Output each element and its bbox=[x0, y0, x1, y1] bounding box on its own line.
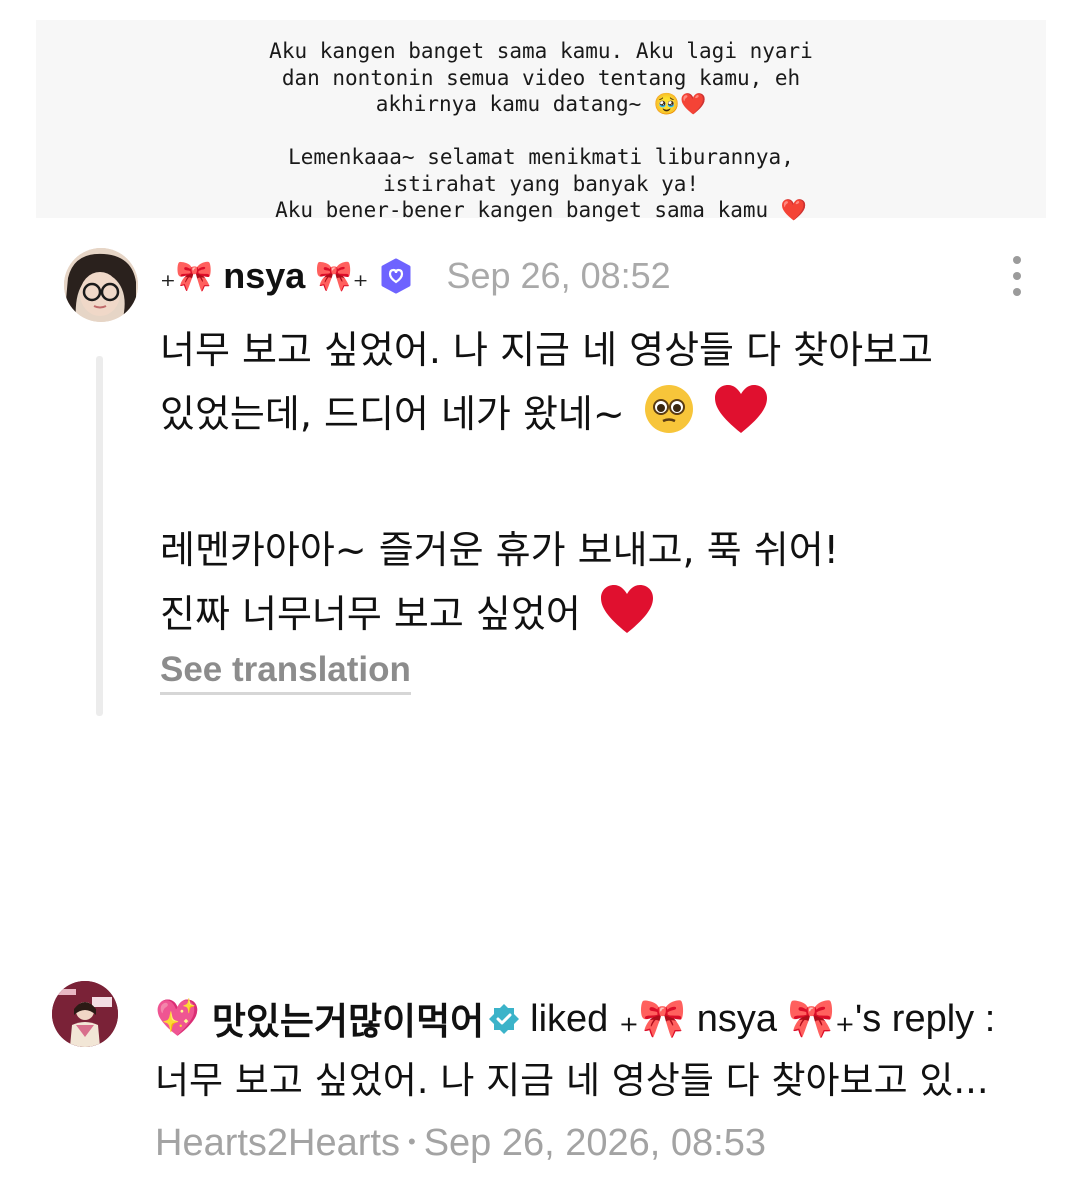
username-decoration: ₊🎀 bbox=[160, 258, 214, 294]
translated-note-text: Aku kangen banget sama kamu. Aku lagi ny… bbox=[269, 39, 813, 222]
translated-note-card: Aku kangen banget sama kamu. Aku lagi ny… bbox=[36, 20, 1046, 222]
heart-icon bbox=[713, 383, 769, 454]
more-options-icon[interactable] bbox=[1006, 256, 1028, 296]
avatar[interactable] bbox=[64, 248, 138, 322]
separator-dot: • bbox=[407, 1129, 416, 1154]
avatar-photo bbox=[52, 981, 118, 1047]
post-text-line: 레멘카아아~ 즐거운 휴가 보내고, 푹 쉬어! bbox=[160, 528, 839, 572]
post-text-line: 있었는데, 드디어 네가 왔네~ bbox=[160, 392, 625, 436]
notification-avatar[interactable] bbox=[52, 981, 118, 1047]
pleading-face-icon bbox=[643, 383, 695, 454]
post-timestamp: Sep 26, 08:52 bbox=[446, 255, 671, 296]
heart-icon bbox=[599, 583, 655, 654]
notification-username[interactable]: 맛있는거많이먹어 bbox=[212, 991, 484, 1045]
notification-action-text: liked ₊🎀 nsya 🎀₊'s reply : bbox=[530, 997, 996, 1040]
notification-headline: 💖 맛있는거많이먹어 liked ₊🎀 nsya 🎀₊'s reply : bbox=[155, 992, 1060, 1044]
verified-badge-icon bbox=[488, 1002, 520, 1034]
notification-group[interactable]: Hearts2Hearts bbox=[155, 1122, 400, 1164]
thread-line bbox=[96, 356, 103, 716]
username[interactable]: nsya bbox=[223, 255, 305, 297]
sparkling-heart-icon: 💖 bbox=[155, 997, 200, 1038]
username-decoration: 🎀₊ bbox=[315, 258, 369, 294]
post-text-line-with-emoji: 진짜 너무너무 보고 싶었어 bbox=[160, 582, 1040, 654]
notification-meta: Hearts2Hearts • Sep 26, 2026, 08:53 bbox=[155, 1122, 766, 1165]
post-text-line: 진짜 너무너무 보고 싶었어 bbox=[160, 592, 581, 636]
verified-badge-icon bbox=[378, 258, 414, 294]
post-text-line: 너무 보고 싶었어. 나 지금 네 영상들 다 찾아보고 bbox=[160, 328, 933, 372]
post-body: 너무 보고 싶었어. 나 지금 네 영상들 다 찾아보고 있었는데, 드디어 네… bbox=[160, 318, 1040, 654]
post-header: ₊🎀 nsya 🎀₊ Sep 26, 08:52 bbox=[160, 250, 671, 302]
post-text-line-with-emoji: 있었는데, 드디어 네가 왔네~ bbox=[160, 382, 1040, 454]
notification-time: Sep 26, 2026, 08:53 bbox=[423, 1122, 766, 1164]
see-translation-link[interactable]: See translation bbox=[160, 650, 411, 695]
notification-preview: 너무 보고 싶었어. 나 지금 네 영상들 다 찾아보고 있... bbox=[155, 1059, 989, 1102]
avatar-photo bbox=[64, 248, 138, 322]
